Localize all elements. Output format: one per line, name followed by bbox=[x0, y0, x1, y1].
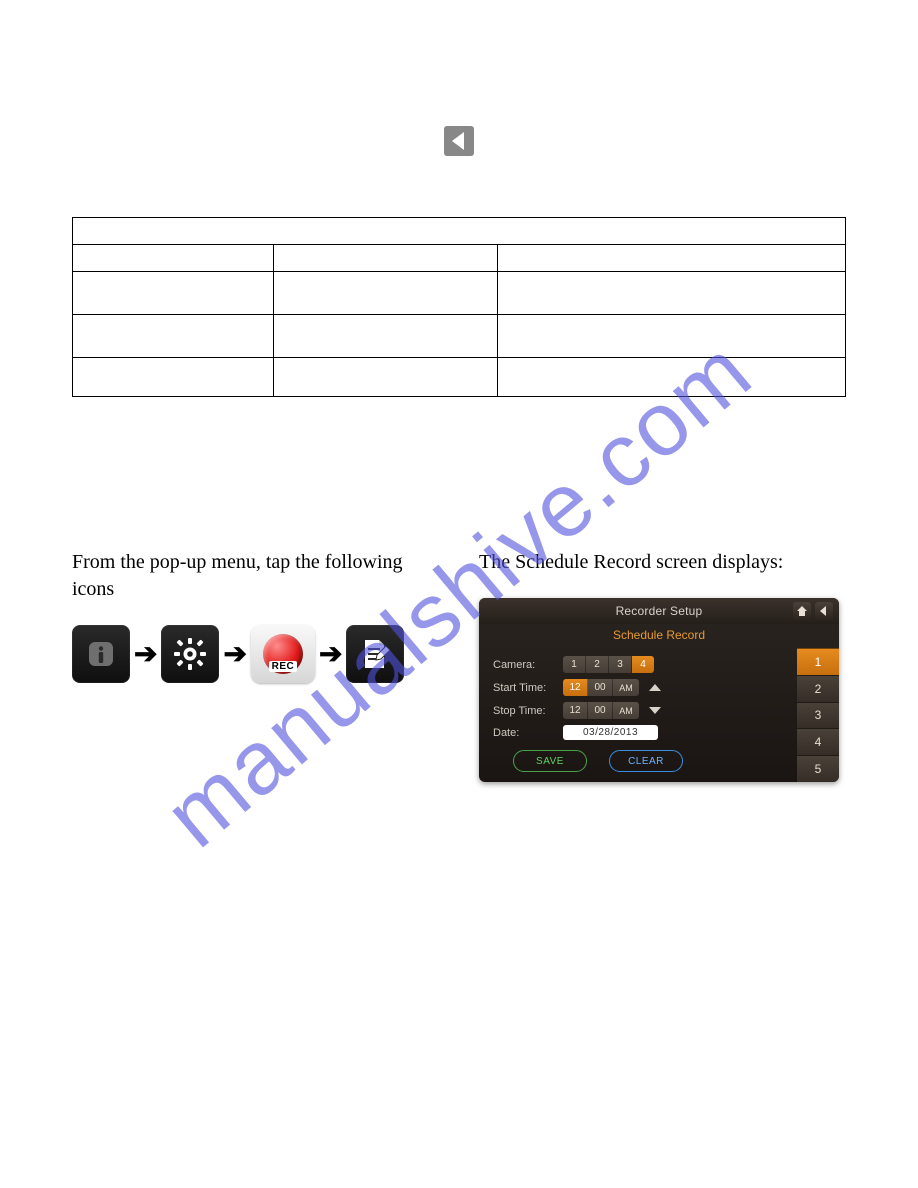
chevron-down-icon[interactable] bbox=[649, 707, 661, 714]
right-instruction-text: The Schedule Record screen displays: bbox=[479, 549, 846, 576]
back-icon[interactable] bbox=[815, 602, 833, 620]
table-cell bbox=[498, 315, 846, 358]
document-page: manualshive.com From the pop-up menu, ta… bbox=[0, 0, 918, 1188]
side-tab-3[interactable]: 3 bbox=[797, 702, 839, 729]
stop-time-selector[interactable]: 12 00 AM bbox=[563, 702, 639, 719]
table-cell bbox=[73, 245, 274, 272]
record-label: REC bbox=[269, 661, 298, 672]
camera-row: Camera: 1 2 3 4 bbox=[493, 656, 789, 673]
side-tab-1[interactable]: 1 bbox=[797, 648, 839, 675]
start-time-selector[interactable]: 12 00 AM bbox=[563, 679, 639, 696]
left-column: From the pop-up menu, tap the following … bbox=[72, 549, 439, 782]
camera-label: Camera: bbox=[493, 659, 555, 671]
table-cell bbox=[273, 245, 497, 272]
titlebar-icons bbox=[793, 602, 833, 620]
stop-ampm[interactable]: AM bbox=[613, 702, 639, 719]
table-cell bbox=[273, 358, 497, 397]
back-icon bbox=[444, 126, 474, 156]
date-label: Date: bbox=[493, 727, 555, 739]
side-tab-2[interactable]: 2 bbox=[797, 675, 839, 702]
chevron-up-icon[interactable] bbox=[649, 684, 661, 691]
table-cell bbox=[498, 272, 846, 315]
arrow-icon: ➔ bbox=[319, 640, 342, 668]
recorder-body: Camera: 1 2 3 4 Start Time: 12 bbox=[479, 648, 839, 782]
table-cell bbox=[498, 245, 846, 272]
stop-time-stepper[interactable] bbox=[649, 707, 661, 714]
recorder-subtitle: Schedule Record bbox=[479, 624, 839, 648]
settings-button[interactable] bbox=[161, 625, 219, 683]
date-field[interactable]: 03/28/2013 bbox=[563, 725, 658, 740]
icon-sequence: ➔ bbox=[72, 625, 439, 683]
table-cell bbox=[73, 358, 274, 397]
back-icon-row bbox=[72, 126, 846, 161]
start-time-label: Start Time: bbox=[493, 682, 555, 694]
stop-time-row: Stop Time: 12 00 AM bbox=[493, 702, 789, 719]
empty-table bbox=[72, 217, 846, 397]
stop-minute[interactable]: 00 bbox=[588, 702, 613, 719]
stop-hour[interactable]: 12 bbox=[563, 702, 588, 719]
form-buttons: SAVE CLEAR bbox=[513, 750, 789, 772]
date-row: Date: 03/28/2013 bbox=[493, 725, 789, 740]
camera-option-2[interactable]: 2 bbox=[586, 656, 609, 673]
camera-selector[interactable]: 1 2 3 4 bbox=[563, 656, 654, 673]
side-tab-4[interactable]: 4 bbox=[797, 728, 839, 755]
info-icon bbox=[82, 635, 120, 673]
left-instruction-text: From the pop-up menu, tap the following … bbox=[72, 549, 439, 603]
arrow-icon: ➔ bbox=[134, 640, 157, 668]
home-icon[interactable] bbox=[793, 602, 811, 620]
camera-option-3[interactable]: 3 bbox=[609, 656, 632, 673]
info-button[interactable] bbox=[72, 625, 130, 683]
stop-time-label: Stop Time: bbox=[493, 705, 555, 717]
table-row bbox=[73, 218, 846, 245]
two-column-section: From the pop-up menu, tap the following … bbox=[72, 549, 846, 782]
arrow-icon: ➔ bbox=[223, 640, 246, 668]
table-cell bbox=[273, 315, 497, 358]
recorder-form: Camera: 1 2 3 4 Start Time: 12 bbox=[479, 648, 797, 782]
recorder-setup-screen: Recorder Setup Schedule Record bbox=[479, 598, 839, 782]
table-cell bbox=[73, 272, 274, 315]
edit-doc-icon bbox=[356, 635, 394, 673]
start-time-stepper[interactable] bbox=[649, 684, 661, 691]
table-cell bbox=[498, 358, 846, 397]
table-cell bbox=[273, 272, 497, 315]
start-time-row: Start Time: 12 00 AM bbox=[493, 679, 789, 696]
edit-button[interactable] bbox=[346, 625, 404, 683]
save-button[interactable]: SAVE bbox=[513, 750, 587, 772]
start-minute[interactable]: 00 bbox=[588, 679, 613, 696]
record-icon: REC bbox=[263, 634, 303, 674]
camera-option-4[interactable]: 4 bbox=[632, 656, 654, 673]
camera-option-1[interactable]: 1 bbox=[563, 656, 586, 673]
side-tabs: 1 2 3 4 5 bbox=[797, 648, 839, 782]
start-hour[interactable]: 12 bbox=[563, 679, 588, 696]
right-column: The Schedule Record screen displays: Rec… bbox=[479, 549, 846, 782]
clear-button[interactable]: CLEAR bbox=[609, 750, 683, 772]
recorder-titlebar: Recorder Setup bbox=[479, 598, 839, 624]
side-tab-5[interactable]: 5 bbox=[797, 755, 839, 782]
table-cell bbox=[73, 315, 274, 358]
start-ampm[interactable]: AM bbox=[613, 679, 639, 696]
gear-icon bbox=[171, 635, 209, 673]
recorder-title: Recorder Setup bbox=[616, 604, 703, 618]
record-button[interactable]: REC bbox=[251, 625, 315, 683]
